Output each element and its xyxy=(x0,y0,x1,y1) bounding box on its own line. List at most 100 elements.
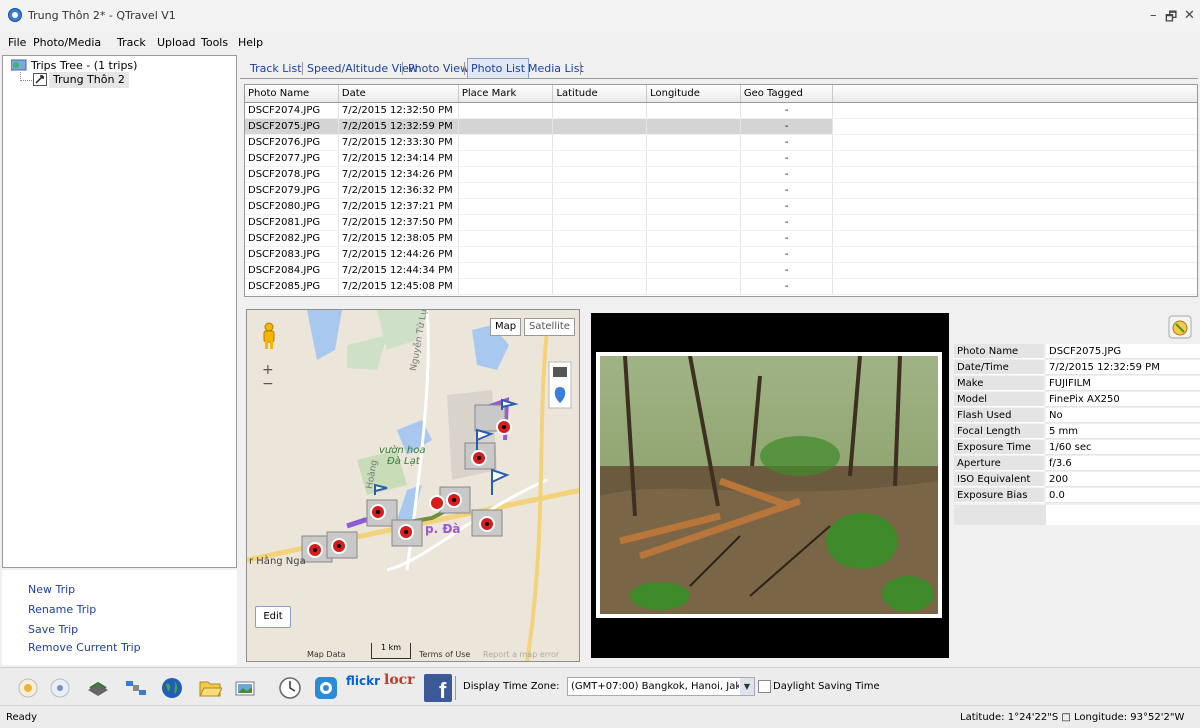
menu-track[interactable]: Track xyxy=(117,36,146,49)
table-row[interactable]: DSCF2081.JPG 7/2/2015 12:37:50 PM - xyxy=(245,214,1197,231)
table-cell xyxy=(646,198,741,215)
table-row[interactable]: DSCF2077.JPG 7/2/2015 12:34:14 PM - xyxy=(245,150,1197,167)
table-row[interactable]: DSCF2082.JPG 7/2/2015 12:38:05 PM - xyxy=(245,230,1197,247)
forest-photo[interactable] xyxy=(600,356,938,614)
app-icon xyxy=(8,8,22,22)
map-data-link[interactable]: Map Data xyxy=(307,650,346,659)
globe-icon[interactable] xyxy=(160,676,184,700)
zoom-out-button[interactable]: − xyxy=(262,376,274,392)
col-photo-name[interactable]: Photo Name xyxy=(245,85,339,103)
table-row[interactable]: DSCF2076.JPG 7/2/2015 12:33:30 PM - xyxy=(245,134,1197,151)
exif-key: Exposure Bias xyxy=(954,488,1044,503)
table-cell xyxy=(552,246,648,263)
close-button[interactable]: ✕ xyxy=(1184,8,1195,23)
scanner-icon[interactable] xyxy=(86,676,110,700)
tab-photo-list[interactable]: Photo List xyxy=(467,58,530,79)
time-zone-select[interactable]: (GMT+07:00) Bangkok, Hanoi, Jakart ▼ xyxy=(567,677,755,696)
save-trip-link[interactable]: Save Trip xyxy=(28,623,78,636)
flickr-icon[interactable]: flickr xyxy=(346,674,380,688)
table-cell: DSCF2075.JPG xyxy=(245,118,339,135)
clock-icon[interactable] xyxy=(278,676,302,700)
clear-geotag-icon[interactable] xyxy=(1168,315,1192,339)
open-folder-icon[interactable] xyxy=(198,676,223,700)
col-geo-tagged[interactable]: Geo Tagged xyxy=(740,85,834,103)
col-place-mark[interactable]: Place Mark xyxy=(458,85,554,103)
rename-trip-link[interactable]: Rename Trip xyxy=(28,603,96,616)
title-bar: Trung Thôn 2* - QTravel V1 – 🗗 ✕ xyxy=(0,0,1200,32)
exif-row: Model FinePix AX250 xyxy=(954,392,1200,408)
facebook-icon[interactable]: f xyxy=(424,674,452,703)
cd-icon[interactable] xyxy=(48,676,72,700)
col-latitude[interactable]: Latitude xyxy=(552,85,648,103)
table-cell: - xyxy=(740,118,834,135)
status-text: Ready xyxy=(6,712,38,723)
daylight-saving-checkbox[interactable] xyxy=(758,680,771,693)
exif-value: DSCF2075.JPG xyxy=(1046,344,1200,359)
satellite-icon[interactable] xyxy=(124,676,148,700)
map-type-map-button[interactable]: Map xyxy=(490,318,522,336)
new-trip-link[interactable]: New Trip xyxy=(28,583,75,596)
table-cell: - xyxy=(740,278,834,295)
restore-button[interactable]: 🗗 xyxy=(1165,8,1177,30)
table-cell-filler xyxy=(832,198,1197,215)
map-label: vườn hoa xyxy=(379,445,426,456)
menu-upload[interactable]: Upload xyxy=(157,36,196,49)
street-view-pegman-icon[interactable] xyxy=(261,322,277,350)
table-row[interactable]: DSCF2080.JPG 7/2/2015 12:37:21 PM - xyxy=(245,198,1197,215)
exif-row: Exposure Bias 0.0 xyxy=(954,488,1200,504)
exif-row: ISO Equivalent 200 xyxy=(954,472,1200,488)
table-cell xyxy=(552,134,648,151)
col-date[interactable]: Date xyxy=(338,85,459,103)
exif-value: 0.0 xyxy=(1046,488,1200,503)
table-header-row: Photo Name Date Place Mark Latitude Long… xyxy=(245,85,1197,103)
tree-item-trip[interactable]: Trung Thôn 2 xyxy=(49,72,129,88)
menu-help[interactable]: Help xyxy=(238,36,263,49)
table-row[interactable]: DSCF2075.JPG 7/2/2015 12:32:59 PM - xyxy=(245,118,1197,135)
map-panel[interactable]: + − Map Satellite vườn hoa Đà Lạt Nguyễn… xyxy=(246,309,580,662)
exif-key: Flash Used xyxy=(954,408,1044,423)
table-cell xyxy=(552,278,648,295)
minimize-button[interactable]: – xyxy=(1150,8,1157,23)
exif-key: Aperture xyxy=(954,456,1044,471)
tab-track-list[interactable]: Track List xyxy=(250,59,302,78)
exif-row: Photo Name DSCF2075.JPG xyxy=(954,344,1200,360)
photos-icon[interactable] xyxy=(234,676,258,700)
report-map-error-link[interactable]: Report a map error xyxy=(483,650,559,659)
table-cell xyxy=(552,182,648,199)
exif-key: Focal Length xyxy=(954,424,1044,439)
table-row[interactable]: DSCF2085.JPG 7/2/2015 12:45:08 PM - xyxy=(245,278,1197,295)
menu-tools[interactable]: Tools xyxy=(201,36,228,49)
tab-photo-view[interactable]: Photo View xyxy=(408,59,469,78)
map-type-satellite-button[interactable]: Satellite xyxy=(524,318,575,336)
table-cell: - xyxy=(740,262,834,279)
table-row[interactable]: DSCF2078.JPG 7/2/2015 12:34:26 PM - xyxy=(245,166,1197,183)
sun-icon[interactable] xyxy=(16,676,40,700)
terms-of-use-link[interactable]: Terms of Use xyxy=(419,650,470,659)
table-cell: - xyxy=(740,134,834,151)
daylight-saving-label: Daylight Saving Time xyxy=(773,681,880,692)
col-longitude[interactable]: Longitude xyxy=(646,85,741,103)
table-row[interactable]: DSCF2083.JPG 7/2/2015 12:44:26 PM - xyxy=(245,246,1197,263)
toolbar-separator xyxy=(455,676,456,700)
table-cell xyxy=(458,230,554,247)
exif-value: No xyxy=(1046,408,1200,423)
locr-icon[interactable]: locr xyxy=(384,672,415,688)
tab-separator xyxy=(402,62,403,75)
menu-photo-media[interactable]: Photo/Media xyxy=(33,36,101,49)
table-row[interactable]: DSCF2074.JPG 7/2/2015 12:32:50 PM - xyxy=(245,102,1197,119)
table-cell: DSCF2079.JPG xyxy=(245,182,339,199)
table-row[interactable]: DSCF2084.JPG 7/2/2015 12:44:34 PM - xyxy=(245,262,1197,279)
menu-bar: File Photo/Media Track Upload Tools Help xyxy=(0,32,1200,52)
map-edit-button[interactable]: Edit xyxy=(255,606,291,628)
table-cell xyxy=(552,102,648,119)
chevron-down-icon[interactable]: ▼ xyxy=(740,678,754,695)
remove-current-trip-link[interactable]: Remove Current Trip xyxy=(28,641,141,654)
tab-media-list[interactable]: Media List xyxy=(528,59,584,78)
menu-file[interactable]: File xyxy=(8,36,26,49)
picasa-icon[interactable] xyxy=(314,676,338,700)
table-cell: DSCF2082.JPG xyxy=(245,230,339,247)
trips-tree-root[interactable]: Trips Tree - (1 trips) xyxy=(31,59,137,72)
table-row[interactable]: DSCF2079.JPG 7/2/2015 12:36:32 PM - xyxy=(245,182,1197,199)
photo-preview-panel xyxy=(591,313,949,658)
exif-value: FinePix AX250 xyxy=(1046,392,1200,407)
